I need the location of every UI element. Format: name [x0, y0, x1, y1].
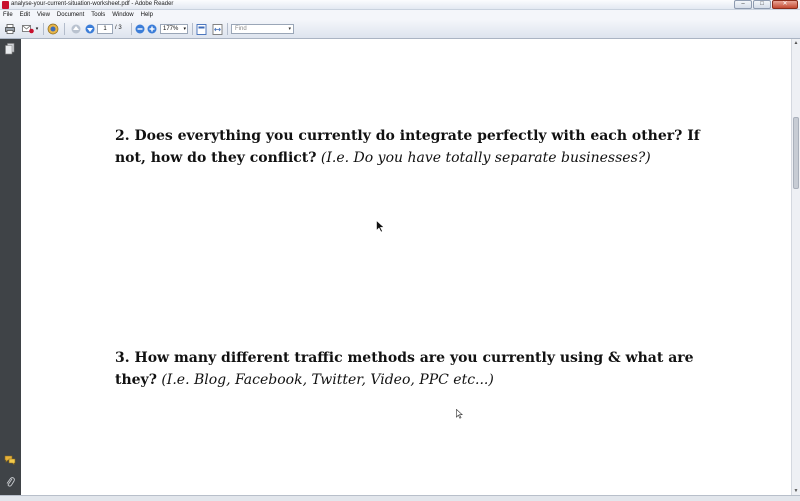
zoom-in-icon — [147, 24, 157, 34]
previous-page-button[interactable] — [70, 23, 82, 35]
attachments-icon — [5, 476, 15, 490]
menu-document[interactable]: Document — [57, 12, 84, 18]
collaborate-button[interactable] — [47, 23, 59, 35]
print-button[interactable] — [4, 23, 16, 35]
page-number-input[interactable]: 1 — [97, 24, 113, 34]
print-icon — [5, 24, 15, 34]
toolbar-separator — [43, 23, 44, 35]
title-bar: analyse-your-current-situation-worksheet… — [0, 0, 800, 10]
vertical-scrollbar[interactable]: ▲ ▼ — [791, 39, 800, 495]
scroll-down-button[interactable]: ▼ — [792, 487, 800, 495]
menu-help[interactable]: Help — [141, 12, 153, 18]
page-total: / 3 — [115, 25, 122, 31]
question-2: 2. Does everything you currently do inte… — [115, 125, 715, 169]
zoom-in-button[interactable] — [146, 23, 158, 35]
find-input[interactable]: Find ▾ — [231, 24, 294, 34]
next-page-button[interactable] — [84, 23, 96, 35]
zoom-out-button[interactable] — [134, 23, 146, 35]
mouse-pointer-icon — [376, 219, 385, 235]
comments-icon — [4, 455, 16, 467]
zoom-select[interactable]: 177% ▾ — [160, 24, 188, 34]
document-view[interactable]: 2. Does everything you currently do inte… — [21, 39, 791, 495]
chevron-down-icon: ▾ — [183, 26, 186, 32]
horizontal-scrollbar[interactable] — [0, 495, 800, 501]
fit-width-button[interactable] — [211, 23, 223, 35]
find-placeholder: Find — [235, 26, 247, 32]
adobe-reader-icon — [2, 1, 9, 9]
menu-view[interactable]: View — [37, 12, 50, 18]
navigation-panel — [0, 39, 21, 495]
question-3-hint: (I.e. Blog, Facebook, Twitter, Video, PP… — [161, 372, 494, 388]
zoom-out-icon — [135, 24, 145, 34]
previous-page-icon — [71, 24, 81, 34]
fit-page-icon — [196, 23, 207, 35]
toolbar-separator — [131, 23, 132, 35]
comments-panel-button[interactable] — [3, 454, 17, 468]
email-dropdown[interactable]: ▾ — [34, 23, 40, 35]
attachments-panel-button[interactable] — [3, 476, 17, 490]
menu-tools[interactable]: Tools — [91, 12, 105, 18]
menu-bar: File Edit View Document Tools Window Hel… — [0, 10, 800, 19]
zoom-value: 177% — [163, 26, 179, 32]
toolbar-separator — [64, 23, 65, 35]
email-button[interactable] — [22, 23, 34, 35]
fit-width-icon — [212, 23, 223, 35]
email-icon — [22, 24, 34, 34]
window-controls: – □ ✕ — [734, 0, 798, 9]
scrollbar-thumb[interactable] — [793, 117, 799, 189]
menu-edit[interactable]: Edit — [20, 12, 30, 18]
window-title: analyse-your-current-situation-worksheet… — [11, 1, 174, 7]
chevron-down-icon: ▾ — [35, 26, 39, 32]
toolbar-separator — [192, 23, 193, 35]
next-page-icon — [85, 24, 95, 34]
minimize-button[interactable]: – — [734, 0, 752, 9]
question-3: 3. How many different traffic methods ar… — [115, 347, 715, 391]
scroll-up-button[interactable]: ▲ — [792, 39, 800, 47]
fit-page-button[interactable] — [195, 23, 207, 35]
toolbar-separator — [227, 23, 228, 35]
close-button[interactable]: ✕ — [772, 0, 798, 9]
pages-icon — [5, 43, 15, 57]
chevron-down-icon: ▾ — [288, 26, 291, 32]
pages-panel-button[interactable] — [3, 43, 17, 57]
maximize-button[interactable]: □ — [753, 0, 771, 9]
question-2-hint: (I.e. Do you have totally separate busin… — [320, 150, 651, 166]
mouse-pointer-icon — [456, 408, 463, 421]
menu-file[interactable]: File — [3, 12, 13, 18]
collaborate-icon — [47, 23, 59, 35]
menu-window[interactable]: Window — [112, 12, 133, 18]
